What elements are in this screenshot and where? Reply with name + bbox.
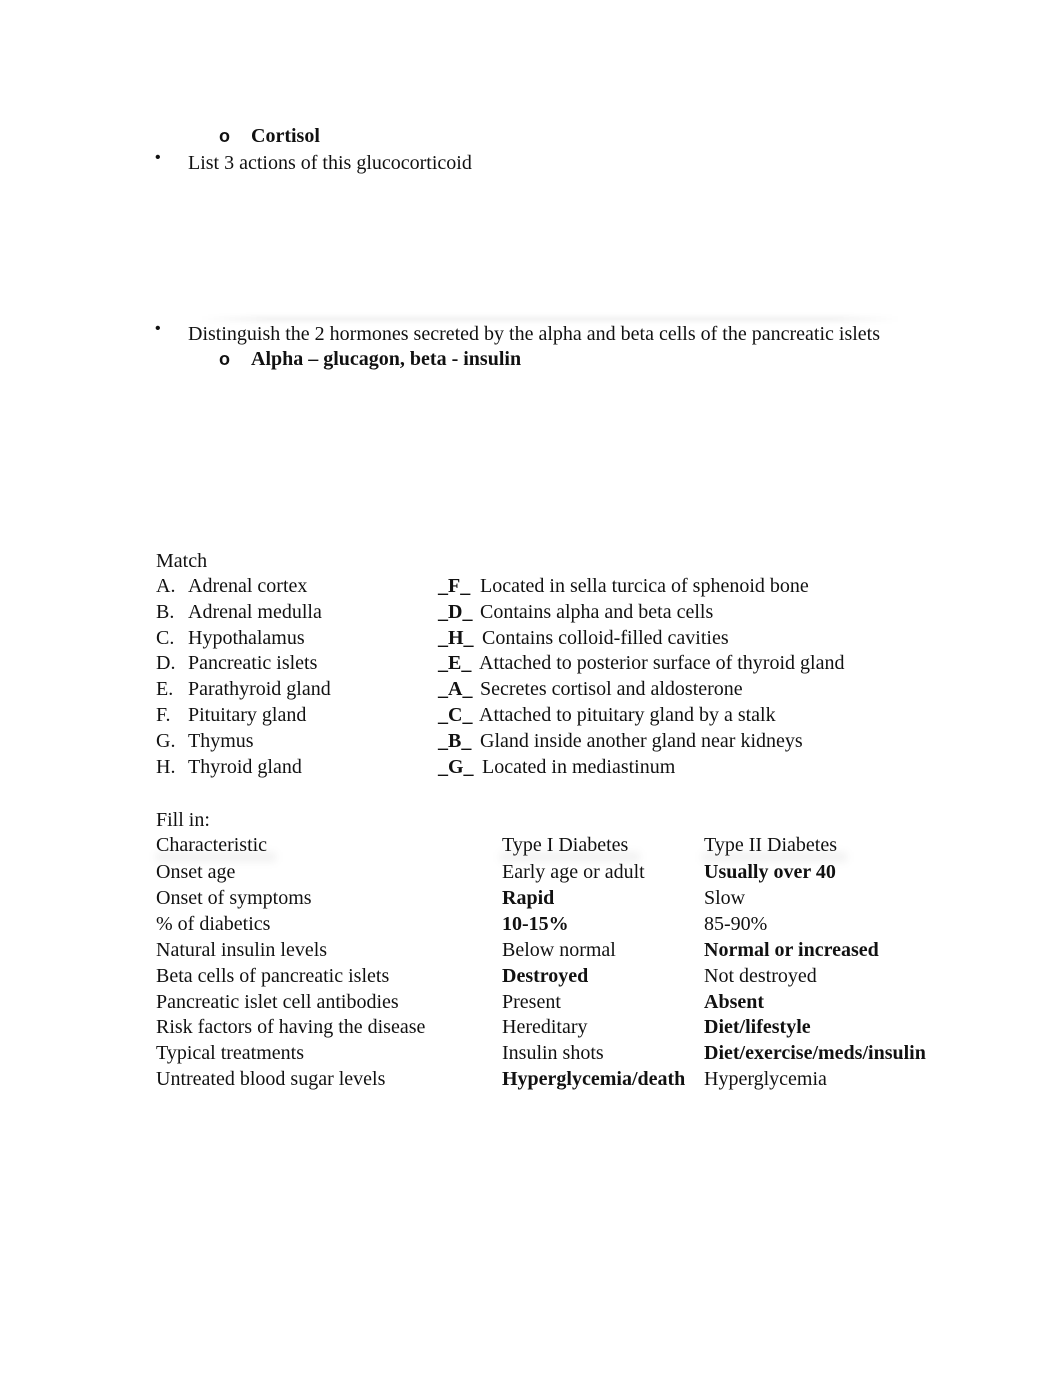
- row-characteristic: Risk factors of having the disease: [156, 1016, 426, 1039]
- match-letter: B.: [156, 600, 175, 623]
- bullet-icon: •: [155, 320, 161, 337]
- match-gland: Pancreatic islets: [188, 652, 318, 675]
- row-type2: 85-90%: [704, 912, 768, 935]
- row-characteristic: Onset of symptoms: [156, 886, 312, 909]
- match-gland: Thymus: [188, 729, 254, 752]
- match-description: Attached to posterior surface of thyroid…: [479, 652, 845, 675]
- row-type1: Hereditary: [502, 1016, 588, 1039]
- sub-bullet-icon: o: [219, 349, 230, 369]
- row-characteristic: % of diabetics: [156, 912, 271, 935]
- header-characteristic: Characteristic: [156, 834, 268, 856]
- row-characteristic: Natural insulin levels: [156, 938, 328, 961]
- match-answer: _A_: [438, 678, 473, 701]
- row-type1: Hyperglycemia/death: [502, 1068, 686, 1091]
- row-type1: Insulin shots: [502, 1042, 604, 1065]
- row-characteristic: Beta cells of pancreatic islets: [156, 964, 390, 987]
- match-gland: Thyroid gland: [188, 755, 302, 778]
- row-type2: Diet/exercise/meds/insulin: [704, 1042, 926, 1065]
- header-type1: Type I Diabetes: [502, 834, 629, 856]
- match-description: Located in sella turcica of sphenoid bon…: [480, 575, 809, 597]
- match-gland: Adrenal cortex: [188, 575, 308, 597]
- fill-title: Fill in:: [156, 809, 210, 831]
- match-answer: _C_: [438, 704, 473, 726]
- match-answer: _F_: [438, 575, 471, 597]
- match-gland: Pituitary gland: [188, 704, 307, 726]
- header-type2: Type II Diabetes: [704, 834, 837, 856]
- match-answer: _B_: [438, 729, 472, 752]
- row-type2: Normal or increased: [704, 938, 879, 961]
- match-gland: Adrenal medulla: [188, 600, 322, 623]
- row-type2: Diet/lifestyle: [704, 1016, 811, 1039]
- row-type1: Destroyed: [502, 964, 589, 987]
- match-description: Located in mediastinum: [482, 755, 676, 778]
- row-characteristic: Onset age: [156, 861, 236, 883]
- match-letter: G.: [156, 729, 176, 752]
- row-type2: Slow: [704, 886, 746, 909]
- row-type2: Usually over 40: [704, 861, 836, 883]
- row-characteristic: Typical treatments: [156, 1042, 304, 1065]
- match-letter: C.: [156, 626, 175, 649]
- match-title: Match: [156, 550, 208, 572]
- row-characteristic: Pancreatic islet cell antibodies: [156, 990, 399, 1013]
- match-answer: _G_: [438, 755, 474, 778]
- row-type1: 10-15%: [502, 912, 569, 935]
- match-description: Secretes cortisol and aldosterone: [480, 678, 743, 701]
- match-gland: Hypothalamus: [188, 626, 305, 649]
- question-glucocorticoid: List 3 actions of this glucocorticoid: [188, 152, 472, 174]
- match-description: Contains alpha and beta cells: [480, 600, 714, 623]
- row-type2: Hyperglycemia: [704, 1068, 827, 1091]
- row-type2: Not destroyed: [704, 964, 817, 987]
- match-answer: _H_: [438, 626, 474, 649]
- sub-item-cortisol: Cortisol: [251, 125, 320, 147]
- question-pancreatic-hormones: Distinguish the 2 hormones secreted by t…: [188, 323, 881, 345]
- row-type1: Rapid: [502, 886, 555, 909]
- match-description: Gland inside another gland near kidneys: [480, 729, 803, 752]
- match-description: Attached to pituitary gland by a stalk: [479, 704, 776, 726]
- row-type1: Present: [502, 990, 561, 1013]
- row-type2: Absent: [704, 990, 765, 1013]
- match-answer: _E_: [438, 652, 472, 675]
- row-type1: Below normal: [502, 938, 616, 961]
- answer-pancreatic-hormones: Alpha – glucagon, beta - insulin: [251, 348, 522, 370]
- match-description: Contains colloid-filled cavities: [482, 626, 729, 649]
- match-letter: D.: [156, 652, 176, 675]
- bullet-icon: •: [155, 149, 161, 166]
- document-page: o Cortisol • List 3 actions of this gluc…: [0, 0, 1062, 1376]
- row-characteristic: Untreated blood sugar levels: [156, 1068, 386, 1091]
- match-letter: E.: [156, 678, 174, 701]
- match-answer: _D_: [438, 600, 473, 623]
- row-type1: Early age or adult: [502, 861, 645, 883]
- match-letter: H.: [156, 755, 176, 778]
- sub-bullet-icon: o: [219, 126, 230, 146]
- match-gland: Parathyroid gland: [188, 678, 331, 701]
- match-letter: F.: [156, 704, 171, 726]
- match-letter: A.: [156, 575, 176, 597]
